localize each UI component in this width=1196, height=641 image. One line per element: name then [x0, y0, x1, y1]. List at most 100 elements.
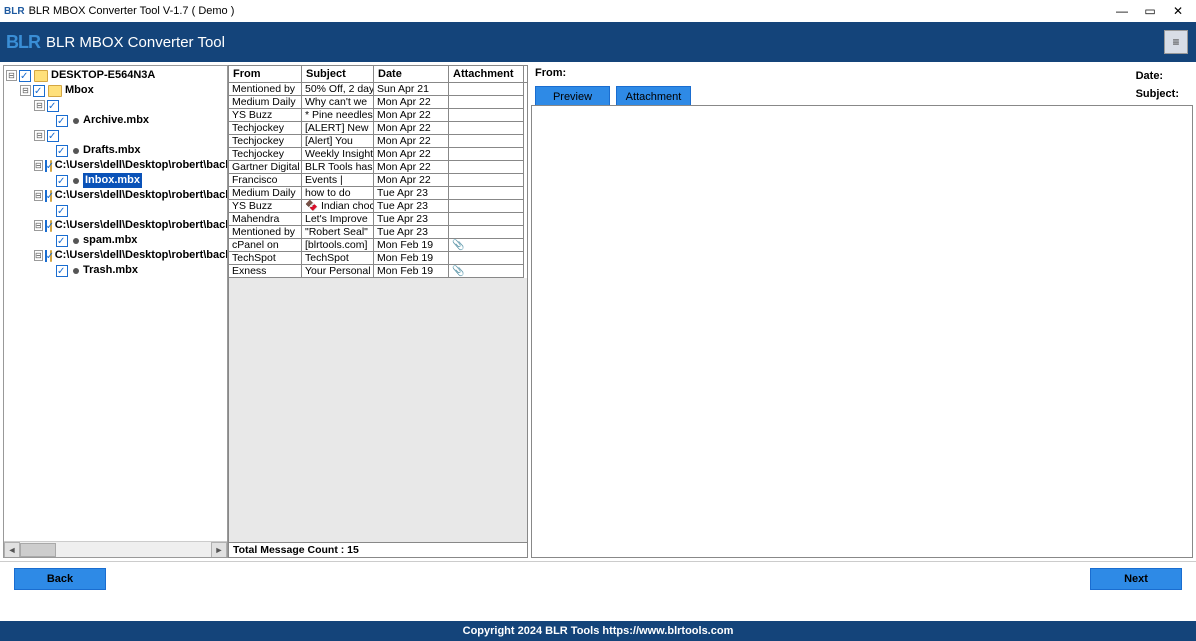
- hamburger-menu-button[interactable]: ≡: [1164, 30, 1188, 54]
- tree-node-path[interactable]: C:\Users\dell\Desktop\robert\back: [55, 158, 228, 173]
- close-button[interactable]: ✕: [1164, 2, 1192, 20]
- cell-subject: 50% Off, 2 days: [302, 83, 374, 96]
- table-row[interactable]: YS Buzz🍫 Indian chocolateTue Apr 23: [229, 200, 527, 213]
- tree-collapse-icon[interactable]: ⊟: [34, 220, 43, 231]
- tree-collapse-icon[interactable]: ⊟: [34, 100, 45, 111]
- tree-checkbox[interactable]: [47, 130, 59, 142]
- tree-node-path[interactable]: C:\Users\dell\Desktop\robert\back: [55, 248, 228, 263]
- tree-node-desktop[interactable]: DESKTOP-E564N3A: [51, 68, 155, 83]
- cell-from: YS Buzz: [229, 200, 302, 213]
- cell-subject: [blrtools.com]: [302, 239, 374, 252]
- column-header-attachment[interactable]: Attachment: [449, 66, 524, 82]
- cell-from: Medium Daily: [229, 96, 302, 109]
- cell-attachment: [449, 213, 524, 226]
- minimize-button[interactable]: —: [1108, 2, 1136, 20]
- cell-subject: [Alert] You: [302, 135, 374, 148]
- cell-from: Techjockey: [229, 122, 302, 135]
- table-row[interactable]: YS Buzz* Pine needles offer livelihoodMo…: [229, 109, 527, 122]
- tree-checkbox[interactable]: [45, 220, 47, 232]
- cell-date: Mon Apr 22: [374, 148, 449, 161]
- maximize-button[interactable]: ▭: [1136, 2, 1164, 20]
- folder-tree-pane: ⊟ DESKTOP-E564N3A ⊟ Mbox ⊟ Archive.mbx: [3, 65, 228, 558]
- next-button[interactable]: Next: [1090, 568, 1182, 590]
- cell-attachment: [449, 148, 524, 161]
- message-count: Total Message Count : 15: [228, 543, 528, 558]
- tree-checkbox[interactable]: [33, 85, 45, 97]
- table-row[interactable]: TechSpotTechSpotMon Feb 19: [229, 252, 527, 265]
- tree-node-inbox-selected[interactable]: Inbox.mbx: [83, 173, 142, 188]
- tree-checkbox[interactable]: [56, 175, 68, 187]
- tree-node-path[interactable]: C:\Users\dell\Desktop\robert\back: [55, 218, 228, 233]
- table-row[interactable]: Gartner DigitalBLR Tools has 0Mon Apr 22: [229, 161, 527, 174]
- folder-tree[interactable]: ⊟ DESKTOP-E564N3A ⊟ Mbox ⊟ Archive.mbx: [4, 66, 227, 280]
- tree-checkbox[interactable]: [45, 160, 47, 172]
- from-label: From:: [535, 67, 691, 79]
- logo-small: BLR: [4, 6, 25, 17]
- subject-label: Subject:: [1136, 88, 1179, 100]
- app-title: BLR MBOX Converter Tool: [46, 34, 225, 51]
- tree-node-spam[interactable]: spam.mbx: [83, 233, 137, 248]
- tree-node-archive[interactable]: Archive.mbx: [83, 113, 149, 128]
- scroll-left-arrow-icon[interactable]: ◄: [4, 542, 20, 558]
- tree-node-trash[interactable]: Trash.mbx: [83, 263, 138, 278]
- table-row[interactable]: Mentioned by50% Off, 2 daysSun Apr 21: [229, 83, 527, 96]
- tree-node-mbox[interactable]: Mbox: [65, 83, 94, 98]
- tree-checkbox[interactable]: [47, 100, 59, 112]
- cell-subject: Events |: [302, 174, 374, 187]
- cell-date: Tue Apr 23: [374, 226, 449, 239]
- cell-from: Gartner Digital: [229, 161, 302, 174]
- cell-from: Exness: [229, 265, 302, 278]
- table-row[interactable]: TechjockeyWeekly Insight:Mon Apr 22: [229, 148, 527, 161]
- cell-date: Tue Apr 23: [374, 187, 449, 200]
- tree-collapse-icon[interactable]: ⊟: [6, 70, 17, 81]
- cell-date: Mon Feb 19: [374, 265, 449, 278]
- table-row[interactable]: ExnessYour PersonalMon Feb 19📎: [229, 265, 527, 278]
- cell-date: Tue Apr 23: [374, 200, 449, 213]
- table-row[interactable]: Medium DailyWhy can't weMon Apr 22: [229, 96, 527, 109]
- table-row[interactable]: Mentioned by"Robert Seal"Tue Apr 23: [229, 226, 527, 239]
- table-row[interactable]: cPanel on[blrtools.com]Mon Feb 19📎: [229, 239, 527, 252]
- file-icon: [73, 178, 79, 184]
- cell-subject: 🍫 Indian chocolate: [302, 200, 374, 213]
- scroll-track[interactable]: [20, 542, 211, 558]
- tree-checkbox[interactable]: [56, 265, 68, 277]
- tree-checkbox[interactable]: [45, 250, 47, 262]
- back-button[interactable]: Back: [14, 568, 106, 590]
- tree-node-path[interactable]: C:\Users\dell\Desktop\robert\back: [55, 188, 228, 203]
- cell-date: Mon Apr 22: [374, 122, 449, 135]
- table-row[interactable]: MahendraLet's ImproveTue Apr 23: [229, 213, 527, 226]
- tree-collapse-icon[interactable]: ⊟: [34, 130, 45, 141]
- tree-collapse-icon[interactable]: ⊟: [34, 160, 43, 171]
- table-row[interactable]: Medium Dailyhow to doTue Apr 23: [229, 187, 527, 200]
- tree-collapse-icon[interactable]: ⊟: [34, 190, 43, 201]
- column-header-from[interactable]: From: [229, 66, 302, 82]
- table-row[interactable]: Techjockey[Alert] YouMon Apr 22: [229, 135, 527, 148]
- cell-attachment: [449, 252, 524, 265]
- table-row[interactable]: FranciscoEvents |Mon Apr 22: [229, 174, 527, 187]
- column-header-subject[interactable]: Subject: [302, 66, 374, 82]
- cell-date: Sun Apr 21: [374, 83, 449, 96]
- tree-node-drafts[interactable]: Drafts.mbx: [83, 143, 140, 158]
- file-icon: [73, 148, 79, 154]
- tree-checkbox[interactable]: [19, 70, 31, 82]
- tree-checkbox[interactable]: [56, 115, 68, 127]
- tree-horizontal-scrollbar[interactable]: ◄ ►: [4, 541, 227, 557]
- scroll-thumb[interactable]: [20, 543, 56, 557]
- tree-checkbox[interactable]: [56, 205, 68, 217]
- tree-checkbox[interactable]: [56, 235, 68, 247]
- tree-collapse-icon[interactable]: ⊟: [20, 85, 31, 96]
- cell-from: Mentioned by: [229, 226, 302, 239]
- cell-subject: Why can't we: [302, 96, 374, 109]
- tree-checkbox[interactable]: [56, 145, 68, 157]
- tree-checkbox[interactable]: [45, 190, 47, 202]
- tree-collapse-icon[interactable]: ⊟: [34, 250, 43, 261]
- scroll-right-arrow-icon[interactable]: ►: [211, 542, 227, 558]
- message-grid[interactable]: From Subject Date Attachment Mentioned b…: [228, 65, 528, 543]
- table-row[interactable]: Techjockey[ALERT] NewMon Apr 22: [229, 122, 527, 135]
- cell-from: TechSpot: [229, 252, 302, 265]
- cell-from: Techjockey: [229, 135, 302, 148]
- column-header-date[interactable]: Date: [374, 66, 449, 82]
- grid-header: From Subject Date Attachment: [229, 66, 527, 83]
- cell-from: Medium Daily: [229, 187, 302, 200]
- cell-date: Mon Apr 22: [374, 174, 449, 187]
